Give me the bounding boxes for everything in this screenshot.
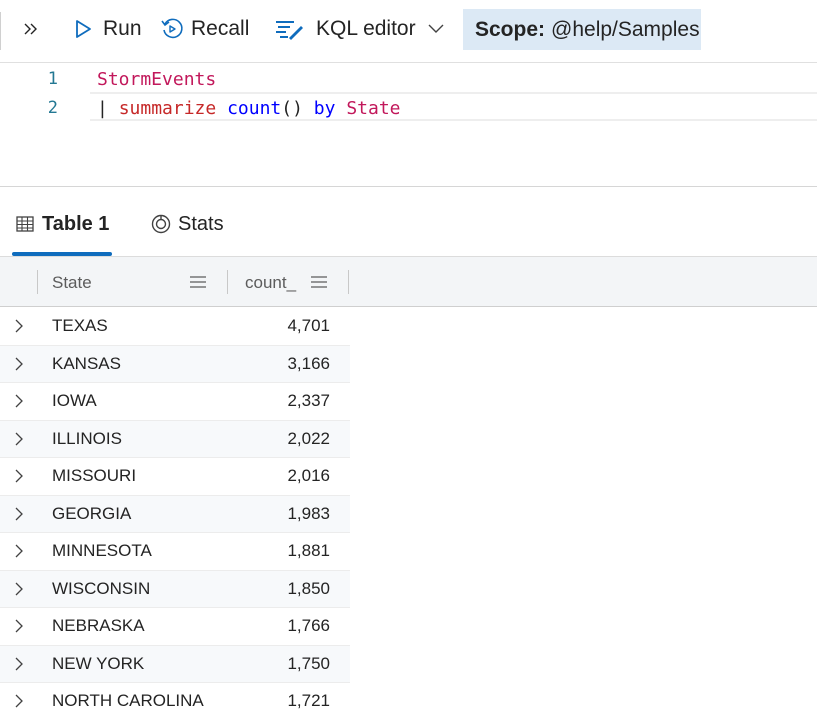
hamburger-icon — [190, 276, 206, 288]
results-grid: State count_ TEXAS 4,701 KANSAS 3,166 IO… — [0, 256, 817, 718]
column-menu-count[interactable] — [310, 273, 328, 291]
table-row[interactable]: ILLINOIS 2,022 — [0, 420, 350, 458]
kql-editor-label: KQL editor — [316, 17, 416, 40]
play-icon — [74, 19, 92, 39]
column-separator — [37, 270, 38, 294]
chevron-right-icon[interactable] — [12, 654, 26, 674]
chevron-right-icon[interactable] — [12, 541, 26, 561]
table-row[interactable]: NEW YORK 1,750 — [0, 645, 350, 683]
cell-count: 4,701 — [287, 316, 330, 336]
hamburger-icon — [311, 276, 327, 288]
tab-stats[interactable]: Stats — [151, 206, 224, 242]
scope-label: Scope: — [475, 17, 546, 41]
cell-state: NORTH CAROLINA — [52, 691, 204, 711]
cell-state: KANSAS — [52, 353, 121, 373]
run-label: Run — [103, 17, 142, 40]
toolbar-divider — [0, 12, 1, 50]
table-row[interactable]: IOWA 2,337 — [0, 383, 350, 421]
cell-state: TEXAS — [52, 316, 108, 336]
cell-state: WISCONSIN — [52, 578, 151, 598]
table-row[interactable]: GEORGIA 1,983 — [0, 495, 350, 533]
table-row[interactable]: WISCONSIN 1,850 — [0, 570, 350, 608]
column-separator — [227, 270, 228, 294]
chevron-right-icon[interactable] — [12, 616, 26, 636]
query-editor[interactable]: 1 StormEvents 2 | summarize count() by S… — [0, 64, 817, 187]
chevron-right-icon[interactable] — [12, 316, 26, 336]
chevron-right-icon[interactable] — [12, 354, 26, 374]
column-header-count[interactable]: count_ — [245, 257, 296, 308]
cell-count: 2,022 — [287, 428, 330, 448]
recall-button[interactable]: Recall — [160, 8, 249, 50]
line-number: 2 — [47, 98, 58, 118]
grid-header: State count_ — [0, 256, 817, 307]
table-row[interactable]: NORTH CAROLINA 1,721 — [0, 683, 350, 718]
recall-icon — [160, 17, 184, 41]
code-token-operator: summarize — [118, 97, 217, 119]
tab-table-1[interactable]: Table 1 — [16, 206, 109, 242]
cell-state: ILLINOIS — [52, 428, 122, 448]
code-token-parens: () — [281, 97, 303, 119]
column-header-state[interactable]: State — [52, 257, 92, 308]
cell-count: 1,721 — [287, 691, 330, 711]
expand-button[interactable] — [14, 8, 48, 50]
table-row[interactable]: MISSOURI 2,016 — [0, 458, 350, 496]
query-toolbar: Run Recall KQL editor Scope: @help/Sampl… — [0, 0, 817, 63]
code-text: StormEvents — [97, 69, 216, 90]
cell-count: 2,016 — [287, 466, 330, 486]
scope-selector[interactable]: Scope: @help/Samples — [463, 9, 701, 50]
results-tabs: Table 1 Stats — [0, 188, 817, 256]
scope-value: @help/Samples — [551, 17, 700, 41]
table-icon — [16, 216, 34, 232]
code-token-pipe: | — [97, 97, 108, 119]
cell-count: 3,166 — [287, 353, 330, 373]
chevron-down-icon — [428, 24, 444, 34]
tab-label: Stats — [178, 212, 224, 235]
table-row[interactable]: KANSAS 3,166 — [0, 345, 350, 383]
code-token-function: count — [227, 97, 282, 119]
column-header-label: count_ — [245, 272, 297, 292]
cell-count: 1,881 — [287, 541, 330, 561]
code-token-keyword: by — [313, 97, 336, 119]
code-line[interactable]: 2 | summarize count() by State — [0, 94, 817, 122]
chevron-right-icon[interactable] — [12, 429, 26, 449]
tab-label: Table 1 — [42, 212, 110, 235]
kql-editor-icon — [274, 17, 304, 41]
run-button[interactable]: Run — [74, 8, 142, 50]
cell-state: NEW YORK — [52, 653, 145, 673]
cell-state: MISSOURI — [52, 466, 137, 486]
table-row[interactable]: MINNESOTA 1,881 — [0, 533, 350, 571]
chevron-right-icon[interactable] — [12, 691, 26, 711]
cell-count: 1,983 — [287, 503, 330, 523]
grid-rows: TEXAS 4,701 KANSAS 3,166 IOWA 2,337 ILLI… — [0, 308, 350, 718]
code-token-column: State — [346, 97, 401, 119]
chevron-right-icon[interactable] — [12, 579, 26, 599]
cell-count: 1,766 — [287, 616, 330, 636]
table-row[interactable]: TEXAS 4,701 — [0, 308, 350, 346]
kql-editor-dropdown[interactable]: KQL editor — [274, 8, 456, 50]
cell-count: 1,750 — [287, 653, 330, 673]
double-chevron-right-icon — [23, 22, 39, 36]
recall-label: Recall — [191, 17, 250, 40]
cell-state: MINNESOTA — [52, 541, 152, 561]
code-line[interactable]: 1 StormEvents — [0, 65, 817, 93]
cell-count: 1,850 — [287, 578, 330, 598]
chevron-right-icon[interactable] — [12, 504, 26, 524]
cell-count: 2,337 — [287, 391, 330, 411]
table-row[interactable]: NEBRASKA 1,766 — [0, 608, 350, 646]
line-number: 1 — [47, 69, 58, 89]
cell-state: IOWA — [52, 391, 97, 411]
column-header-label: State — [52, 272, 92, 292]
code-token-table: StormEvents — [97, 68, 217, 90]
cell-state: NEBRASKA — [52, 616, 145, 636]
code-text: | summarize count() by State — [97, 98, 401, 119]
cell-state: GEORGIA — [52, 503, 132, 523]
column-menu-state[interactable] — [189, 273, 207, 291]
stats-icon — [151, 214, 171, 234]
chevron-right-icon[interactable] — [12, 391, 26, 411]
chevron-right-icon[interactable] — [12, 466, 26, 486]
column-separator — [348, 270, 349, 294]
